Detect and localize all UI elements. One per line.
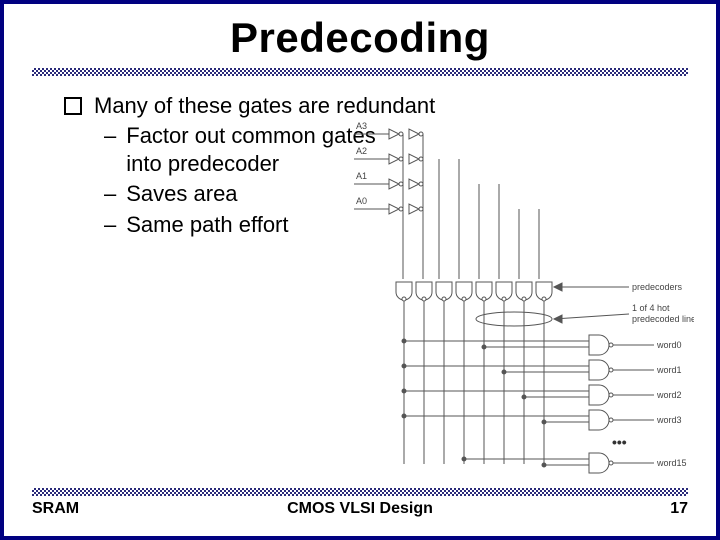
dots-icon: ••• <box>612 434 627 450</box>
footer-row: SRAM CMOS VLSI Design 17 <box>32 500 688 518</box>
predecoder-diagram: A3 A2 A1 <box>354 119 694 479</box>
label-word1: word1 <box>656 365 682 375</box>
label-hot2: predecoded lines <box>632 314 694 324</box>
label-word2: word2 <box>656 390 682 400</box>
sub-item-text: Same path effort <box>126 211 288 239</box>
label-a0: A0 <box>356 196 367 206</box>
title-separator <box>32 68 688 76</box>
footer-separator <box>32 488 688 496</box>
sub-item: – Same path effort <box>104 211 384 239</box>
footer: SRAM CMOS VLSI Design 17 <box>32 488 688 518</box>
label-a3: A3 <box>356 121 367 131</box>
slide: Predecoding Many of these gates are redu… <box>0 0 720 540</box>
footer-center: CMOS VLSI Design <box>32 500 688 518</box>
footer-page-number: 17 <box>670 500 688 518</box>
sub-item: – Factor out common gates into predecode… <box>104 122 384 178</box>
dash-icon: – <box>104 122 116 178</box>
slide-title: Predecoding <box>4 14 716 62</box>
label-word3: word3 <box>656 415 682 425</box>
bullet-main: Many of these gates are redundant <box>64 92 676 120</box>
square-bullet-icon <box>64 97 82 115</box>
label-predecoders: predecoders <box>632 282 683 292</box>
footer-left: SRAM <box>32 500 79 518</box>
bullet-text: Many of these gates are redundant <box>94 92 435 120</box>
label-a2: A2 <box>356 146 367 156</box>
label-word0: word0 <box>656 340 682 350</box>
sub-item-text: Factor out common gates into predecoder <box>126 122 384 178</box>
sub-item-text: Saves area <box>126 180 237 208</box>
sub-list: – Factor out common gates into predecode… <box>104 122 384 239</box>
dash-icon: – <box>104 211 116 239</box>
label-word15: word15 <box>656 458 687 468</box>
label-a1: A1 <box>356 171 367 181</box>
sub-item: – Saves area <box>104 180 384 208</box>
label-hot1: 1 of 4 hot <box>632 303 670 313</box>
dash-icon: – <box>104 180 116 208</box>
